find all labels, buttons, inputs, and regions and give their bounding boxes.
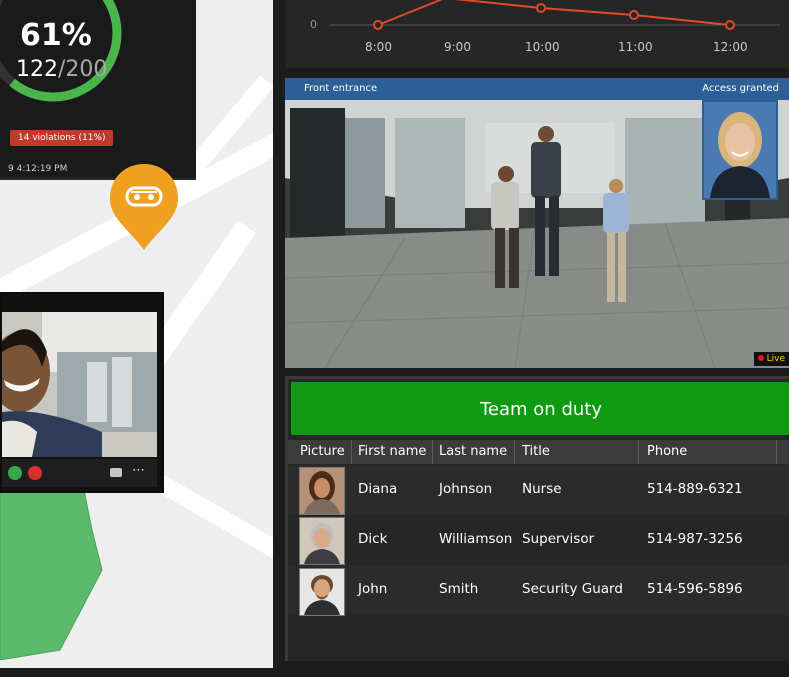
title-cell: Nurse — [522, 481, 562, 497]
access-face-thumbnail[interactable] — [702, 100, 778, 200]
end-call-button[interactable] — [28, 466, 42, 480]
activity-timeline-chart[interactable]: 0 8:00 9:00 10:00 11:00 12:00 — [285, 0, 789, 68]
phone-cell: 514-987-3256 — [647, 531, 743, 547]
avatar — [300, 569, 344, 615]
occupancy-current: 122 — [16, 57, 58, 82]
first-name-cell: Diana — [358, 481, 398, 497]
live-dot-icon — [757, 355, 764, 361]
occupancy-ring — [0, 0, 122, 102]
person-figure — [491, 166, 519, 288]
pause-call-button[interactable] — [8, 466, 22, 480]
live-indicator: Live — [753, 352, 789, 366]
team-header: Team on duty — [291, 382, 789, 435]
column-divider — [776, 440, 777, 464]
column-header-picture[interactable]: Picture — [300, 444, 345, 459]
occupancy-count: 122/200 — [16, 57, 107, 82]
phone-cell: 514-889-6321 — [647, 481, 743, 497]
timeline-tick-label: 11:00 — [618, 40, 653, 54]
title-cell: Supervisor — [522, 531, 595, 547]
table-row[interactable]: Dick Williamson Supervisor 514-987-3256 — [288, 515, 789, 565]
last-name-cell: Williamson — [439, 531, 513, 547]
column-divider — [514, 440, 515, 464]
panel-divider — [273, 0, 285, 668]
column-header-first-name[interactable]: First name — [358, 444, 426, 459]
avatar — [300, 518, 344, 564]
map-park-zone[interactable] — [0, 470, 110, 660]
map-road — [148, 471, 273, 587]
timeline-line — [330, 0, 780, 30]
access-status: Access granted — [702, 83, 779, 94]
site-map[interactable]: 61% 122/200 14 violations (11%) 9 4:12:1… — [0, 0, 273, 668]
camera-feed-panel[interactable]: Front entrance Access granted Live — [285, 78, 789, 368]
table-row[interactable]: John Smith Security Guard 514-596-5896 — [288, 565, 789, 616]
last-name-cell: Smith — [439, 581, 479, 597]
timeline-tick-label: 10:00 — [525, 40, 560, 54]
column-header-last-name[interactable]: Last name — [439, 444, 507, 459]
timeline-tick-label: 8:00 — [365, 40, 392, 54]
column-divider — [432, 440, 433, 464]
column-header-title[interactable]: Title — [522, 444, 550, 459]
first-name-cell: John — [358, 581, 388, 597]
column-divider — [351, 440, 352, 464]
more-options-icon[interactable]: ⋯ — [132, 463, 145, 478]
video-call-feed — [2, 312, 157, 457]
face-photo — [704, 102, 776, 198]
video-toggle-icon[interactable] — [110, 468, 122, 477]
team-title: Team on duty — [480, 399, 602, 420]
occupancy-timestamp: 9 4:12:19 PM — [8, 164, 68, 174]
vehicle-map-pin[interactable] — [108, 162, 180, 252]
team-table-header: Picture First name Last name Title Phone — [288, 440, 789, 464]
timeline-tick-label: 12:00 — [713, 40, 748, 54]
occupancy-widget[interactable]: 61% 122/200 14 violations (11%) 9 4:12:1… — [0, 0, 196, 180]
avatar — [300, 468, 344, 514]
camera-title-bar: Front entrance Access granted — [285, 78, 789, 100]
column-divider — [638, 440, 639, 464]
phone-cell: 514-596-5896 — [647, 581, 743, 597]
staff-photo — [299, 467, 345, 515]
first-name-cell: Dick — [358, 531, 388, 547]
video-call-controls: ⋯ — [2, 459, 157, 487]
team-on-duty-panel: Team on duty Picture First name Last nam… — [285, 376, 789, 661]
title-cell: Security Guard — [522, 581, 623, 597]
occupancy-percent: 61% — [20, 18, 92, 53]
timeline-point — [536, 3, 546, 13]
video-call-window[interactable]: ⋯ — [0, 292, 164, 493]
last-name-cell: Johnson — [439, 481, 493, 497]
live-label: Live — [766, 354, 785, 364]
column-header-phone[interactable]: Phone — [647, 444, 687, 459]
violations-badge[interactable]: 14 violations (11%) — [10, 130, 114, 146]
staff-photo — [299, 568, 345, 616]
table-row[interactable]: Diana Johnson Nurse 514-889-6321 — [288, 465, 789, 515]
timeline-point — [725, 20, 735, 30]
staff-photo — [299, 517, 345, 565]
camera-name: Front entrance — [304, 83, 378, 94]
timeline-tick-label: 9:00 — [444, 40, 471, 54]
occupancy-total: /200 — [58, 57, 108, 82]
timeline-point — [629, 10, 639, 20]
timeline-point — [373, 20, 383, 30]
